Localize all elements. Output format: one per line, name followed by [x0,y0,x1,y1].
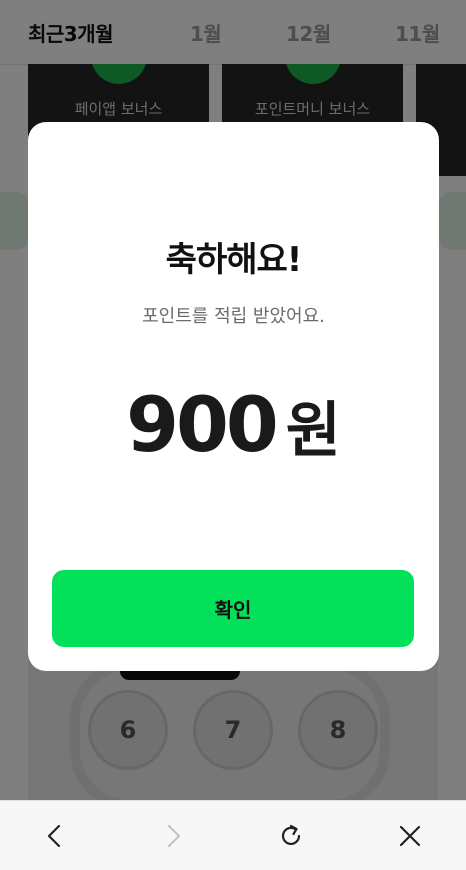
browser-toolbar [0,800,466,870]
reward-amount: 900 원 [28,380,439,469]
forward-button[interactable] [156,819,190,853]
chevron-right-icon [167,824,181,848]
confirm-button[interactable]: 확인 [52,570,414,647]
close-icon [399,825,421,847]
back-button[interactable] [38,819,72,853]
amount-unit: 원 [285,396,341,466]
reload-icon [281,824,301,845]
amount-value: 900 [126,380,279,469]
dialog-subtitle: 포인트를 적립 받았어요. [142,306,325,327]
close-button[interactable] [393,819,427,853]
reload-button[interactable] [274,819,308,853]
chevron-left-icon [47,824,61,848]
dialog-title: 축하해요! [165,240,303,280]
reward-dialog: 축하해요! 포인트를 적립 받았어요. 900 원 확인 [28,122,439,671]
